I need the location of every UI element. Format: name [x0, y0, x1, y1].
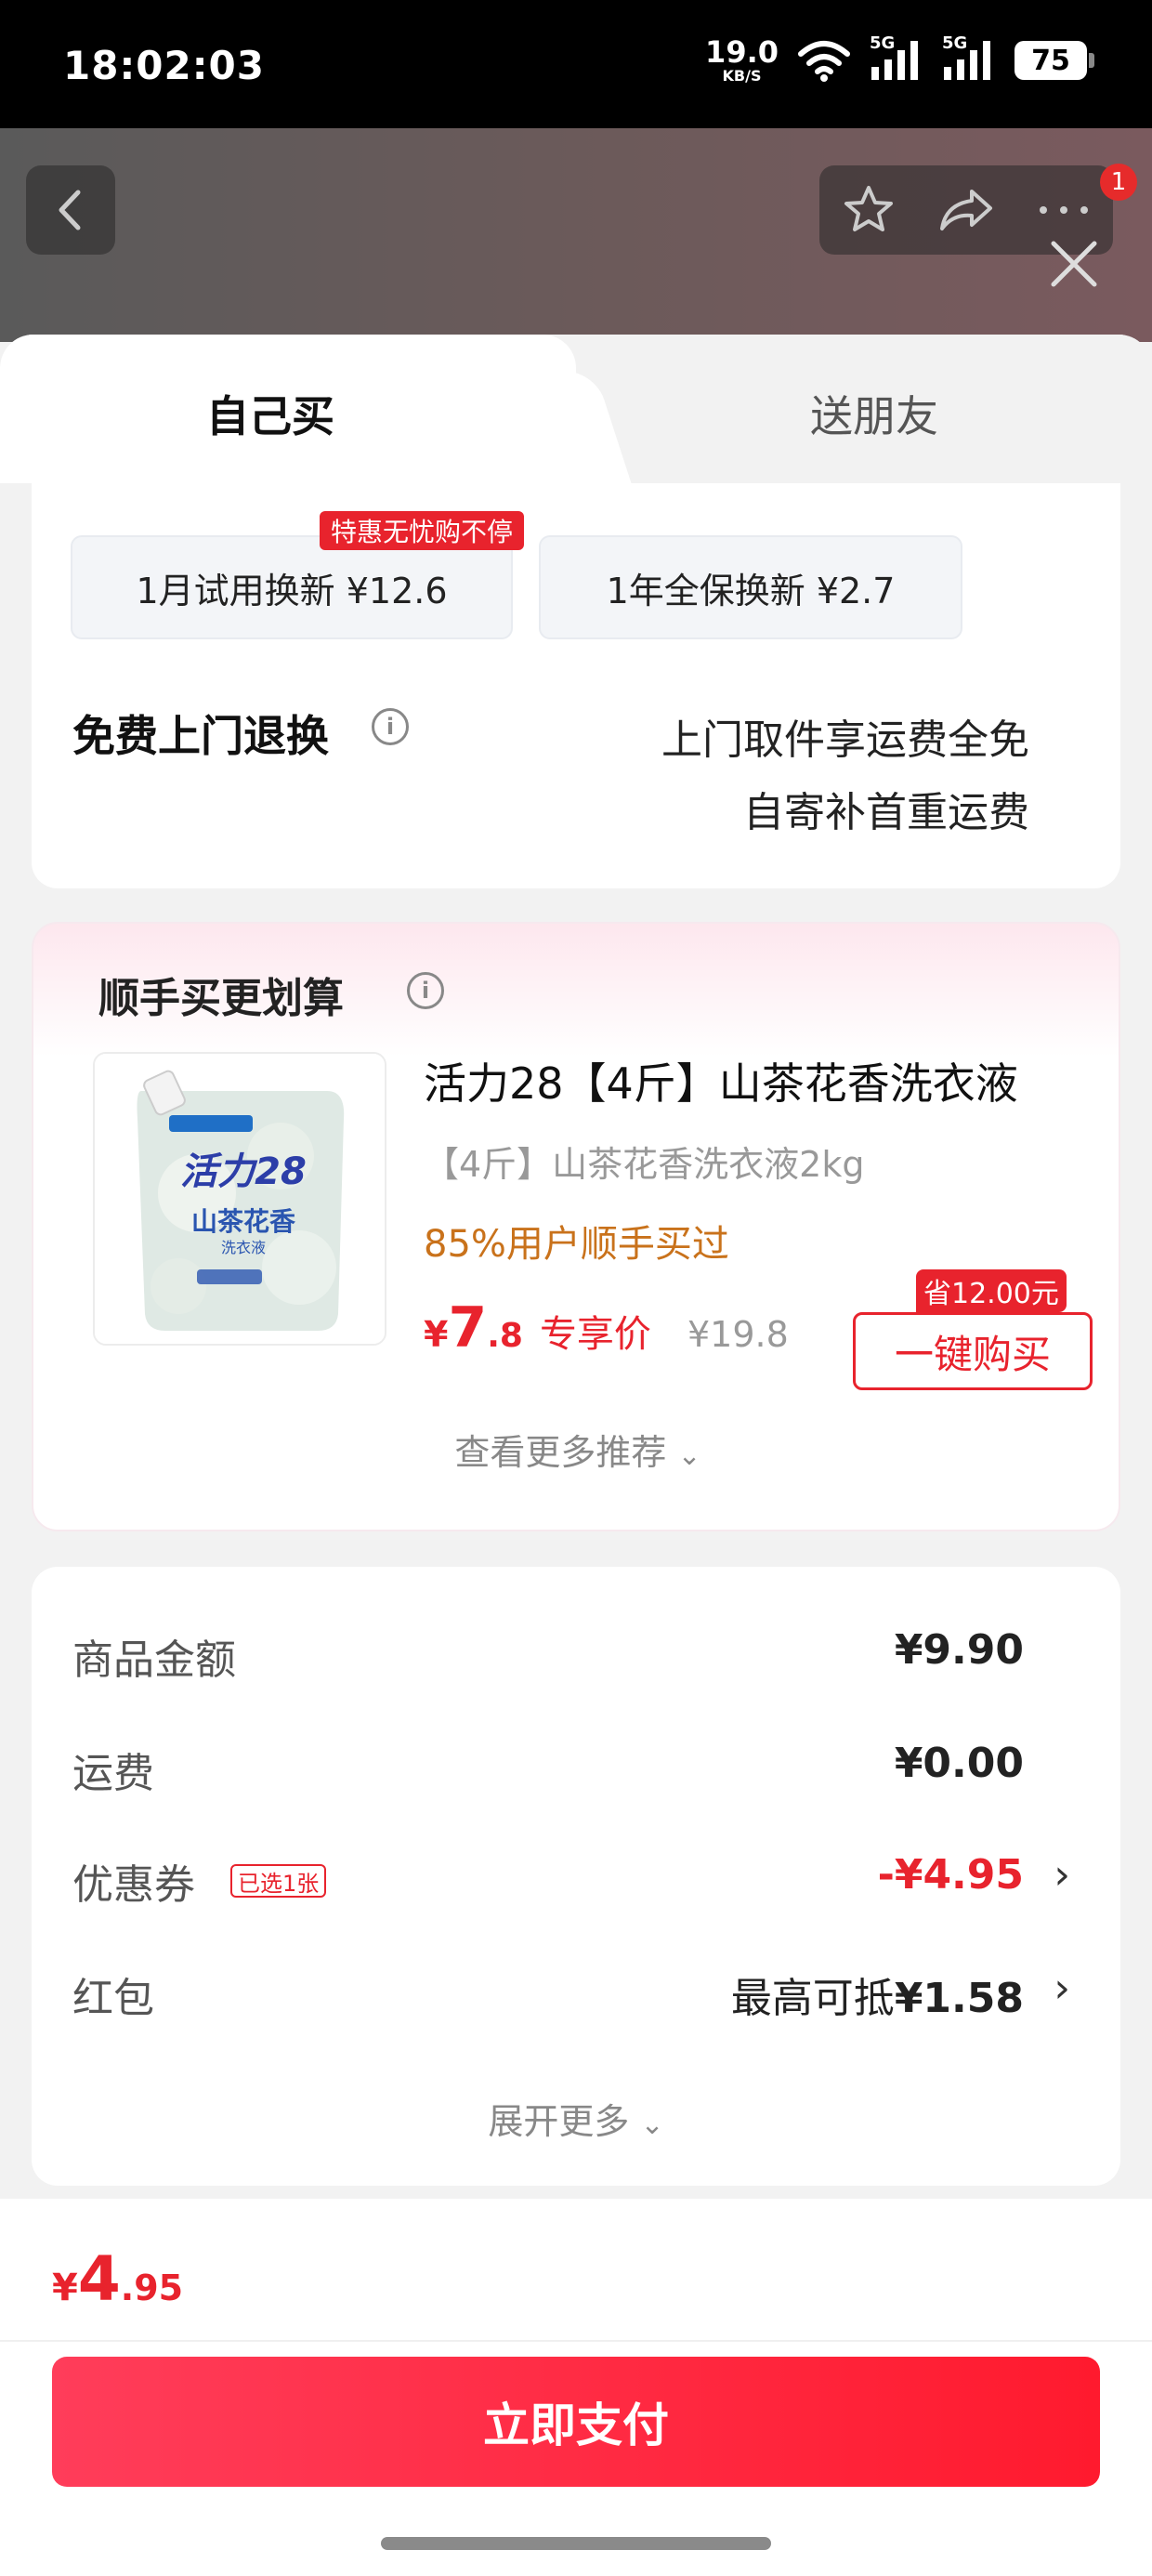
chevron-right-icon: › — [1054, 1851, 1070, 1899]
signal-1: 5G — [870, 33, 923, 82]
promo-tag: 特惠无忧购不停 — [320, 511, 525, 550]
save-amount-tag: 省12.00元 — [916, 1269, 1067, 1312]
purchase-tabs: 自己买 送朋友 — [0, 335, 1152, 483]
pay-now-button[interactable]: 立即支付 — [52, 2357, 1100, 2487]
shipping-row: 运费 ¥0.00 — [72, 1730, 1076, 1805]
total-price: ¥ 4 .95 — [52, 2243, 183, 2315]
redpacket-amount: ¥1.58 — [894, 1975, 1024, 2022]
chevron-down-icon: ⌄ — [640, 2109, 664, 2141]
redpacket-row[interactable]: 红包 最高可抵¥1.58 › — [72, 1955, 1076, 2030]
price-integer: 7 — [448, 1295, 488, 1360]
free-return-line1: 上门取件享运费全免 — [661, 716, 1029, 764]
signal-2-label: 5G — [942, 33, 968, 53]
coupon-value: -¥4.95 — [877, 1851, 1024, 1899]
original-price: ¥19.8 — [687, 1314, 789, 1355]
image-type-text: 洗衣液 — [221, 1239, 266, 1256]
trial-replace-option[interactable]: 1月试用换新 ¥12.6 — [71, 535, 513, 639]
coupon-row[interactable]: 优惠券 已选1张 -¥4.95 › — [72, 1842, 1076, 1916]
more-button[interactable] — [1031, 177, 1096, 243]
redpacket-value: 最高可抵¥1.58 — [731, 1965, 1024, 2024]
tab-buy-self[interactable]: 自己买 — [206, 383, 334, 444]
total-decimal: .95 — [120, 2267, 184, 2308]
redpacket-prefix: 最高可抵 — [730, 1975, 895, 2022]
status-icons: 19.0 KB/S 5G 5G 75 — [705, 33, 1094, 84]
detergent-bag-image: 活力28 山茶花香 洗衣液 — [95, 1054, 385, 1344]
total-symbol: ¥ — [52, 2267, 78, 2309]
product-title[interactable]: 活力28【4斤】山茶花香洗衣液 — [424, 1050, 1093, 1111]
free-return-info-icon[interactable]: i — [372, 708, 409, 745]
chevron-right-icon: › — [1054, 1965, 1070, 2012]
more-dots-icon — [1040, 206, 1089, 214]
tab-gift-friend[interactable]: 送朋友 — [810, 383, 938, 444]
product-image[interactable]: 活力28 山茶花香 洗衣液 — [93, 1052, 386, 1346]
goods-amount-label: 商品金额 — [72, 1636, 236, 1684]
product-price: ¥ 7 .8 专享价 — [424, 1295, 651, 1360]
net-speed-value: 19.0 — [705, 34, 779, 70]
free-return-line2: 自寄补首重运费 — [743, 789, 1029, 836]
product-buyers-rate: 85%用户顺手买过 — [424, 1223, 729, 1266]
price-decimal: .8 — [487, 1317, 523, 1355]
chevron-down-icon: ⌄ — [677, 1439, 701, 1472]
net-speed: 19.0 KB/S — [705, 37, 779, 84]
price-symbol: ¥ — [424, 1314, 449, 1355]
chevron-left-icon — [59, 190, 81, 230]
checkout-footer: ¥ 4 .95 立即支付 — [0, 2199, 1152, 2576]
shipping-label: 运费 — [72, 1750, 154, 1797]
redpacket-label: 红包 — [72, 1975, 154, 2022]
one-click-buy-button[interactable]: 一键购买 — [853, 1312, 1093, 1390]
favorite-button[interactable] — [836, 177, 901, 243]
shipping-value: ¥0.00 — [894, 1740, 1024, 1787]
image-brand-text: 活力28 — [180, 1150, 307, 1193]
back-button[interactable] — [26, 165, 115, 255]
net-speed-unit: KB/S — [722, 67, 762, 85]
home-indicator[interactable] — [381, 2537, 771, 2550]
more-recommendations-label: 查看更多推荐 — [454, 1432, 667, 1473]
battery-icon: 75 — [1015, 41, 1094, 80]
star-icon — [844, 186, 893, 231]
recommendation-info-icon[interactable]: i — [407, 972, 444, 1009]
share-button[interactable] — [934, 177, 999, 243]
product-page-backdrop: 1 — [0, 128, 1152, 342]
total-integer: 4 — [77, 2243, 121, 2315]
free-return-title: 免费上门退换 — [72, 711, 329, 761]
coupon-label: 优惠券 — [72, 1861, 195, 1909]
goods-amount-row: 商品金额 ¥9.90 — [72, 1617, 1076, 1691]
price-label: 专享价 — [539, 1313, 651, 1356]
status-bar: 18:02:03 19.0 KB/S 5G 5G 75 — [0, 0, 1152, 128]
signal-1-label: 5G — [870, 33, 896, 53]
footer-divider — [0, 2340, 1152, 2342]
more-recommendations-link[interactable]: 查看更多推荐 ⌄ — [33, 1424, 1122, 1475]
product-spec: 【4斤】山茶花香洗衣液2kg — [424, 1144, 865, 1185]
coupon-selected-tag: 已选1张 — [230, 1864, 327, 1898]
recommendation-title: 顺手买更划算 — [98, 975, 344, 1022]
expand-more-label: 展开更多 — [488, 2101, 630, 2142]
expand-more-link[interactable]: 展开更多 ⌄ — [32, 2093, 1120, 2144]
goods-amount-value: ¥9.90 — [894, 1626, 1024, 1674]
price-summary-card: 商品金额 ¥9.90 运费 ¥0.00 优惠券 已选1张 -¥4.95 › 红包… — [32, 1567, 1120, 2186]
recommendation-card: 顺手买更划算 i 活力28 山茶花香 洗衣液 活力28【4斤】山茶花香洗衣液 【… — [32, 922, 1120, 1531]
full-warranty-option[interactable]: 1年全保换新 ¥2.7 — [539, 535, 962, 639]
wifi-icon — [798, 41, 850, 82]
image-scent-text: 山茶花香 — [191, 1206, 295, 1237]
close-icon — [1051, 241, 1097, 287]
share-icon — [939, 190, 992, 230]
cart-badge: 1 — [1100, 164, 1137, 201]
status-time: 18:02:03 — [63, 43, 265, 88]
signal-2: 5G — [942, 33, 996, 82]
close-sheet-button[interactable] — [1048, 238, 1100, 290]
